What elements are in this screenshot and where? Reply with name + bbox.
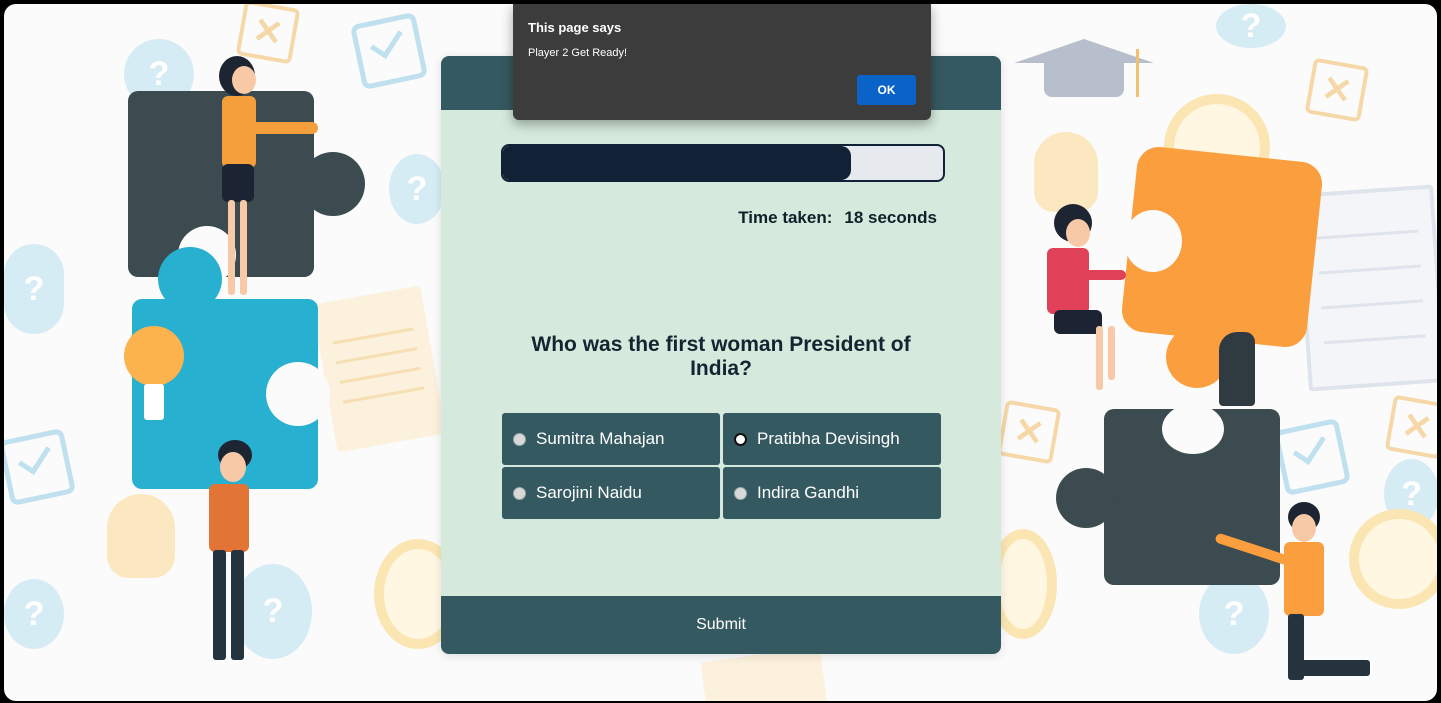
person-leg	[213, 550, 226, 660]
person-shirt	[209, 484, 249, 552]
question-bubble-icon: ?	[4, 244, 64, 334]
person-skirt	[1054, 310, 1102, 334]
person-leg	[1096, 326, 1103, 390]
puzzle-knob	[1162, 404, 1224, 454]
time-taken-value: 18 seconds	[844, 208, 937, 227]
puzzle-knob	[266, 362, 330, 426]
person-skirt	[222, 164, 254, 202]
answer-option[interactable]: Pratibha Devisingh	[723, 413, 941, 465]
document-icon	[311, 285, 447, 453]
lightbulb-base	[144, 384, 164, 420]
checkbox-icon	[1272, 417, 1352, 497]
timer-progress-fill	[503, 146, 851, 180]
alert-dialog-title: This page says	[528, 20, 622, 35]
answer-option-label: Indira Gandhi	[757, 483, 860, 502]
person-head	[1292, 514, 1316, 542]
puzzle-knob	[158, 247, 222, 311]
person-head	[232, 66, 256, 94]
time-taken-display: Time taken: 18 seconds	[738, 208, 937, 228]
timer-progress-bar	[501, 144, 945, 182]
quiz-card: Time taken: 18 seconds Who was the first …	[441, 56, 1001, 654]
document-icon	[700, 645, 828, 701]
ok-button[interactable]: OK	[857, 75, 916, 105]
submit-button[interactable]: Submit	[441, 596, 1001, 654]
person-head	[220, 452, 246, 482]
person-arm	[1082, 270, 1126, 280]
person-leg	[231, 550, 244, 660]
x-box-icon: ✕	[996, 399, 1062, 465]
answer-options: Sumitra Mahajan Pratibha Devisingh Saroj…	[502, 413, 942, 519]
x-box-icon: ✕	[235, 4, 301, 65]
checkbox-icon	[349, 11, 429, 91]
lightbulb-icon	[1034, 132, 1098, 212]
lightbulb-icon	[107, 494, 175, 578]
puzzle-knob	[1124, 210, 1182, 272]
question-bubble-icon: ?	[389, 154, 445, 224]
question-text: Who was the first woman President of Ind…	[531, 333, 911, 380]
answer-option[interactable]: Sumitra Mahajan	[502, 413, 720, 465]
chess-knight-icon	[1219, 332, 1255, 406]
person-leg	[228, 200, 235, 295]
question-bubble-icon: ?	[1199, 574, 1269, 654]
answer-option[interactable]: Sarojini Naidu	[502, 467, 720, 519]
x-box-icon: ✕	[1304, 57, 1370, 123]
person-arm	[248, 122, 318, 134]
puzzle-knob	[301, 152, 365, 216]
person-leg	[1300, 660, 1370, 676]
question-bubble-icon: ?	[234, 564, 312, 659]
radio-button[interactable]	[513, 486, 526, 500]
x-box-icon: ✕	[1384, 394, 1437, 460]
answer-option-label: Sumitra Mahajan	[536, 429, 665, 448]
alert-dialog-message: Player 2 Get Ready!	[528, 47, 628, 59]
radio-button[interactable]	[734, 486, 747, 500]
page-viewport: ? ? ? ? ? ? ? ? ✕ ✕ ✕ ✕ Time taken: 18 s…	[4, 4, 1437, 701]
checkbox-icon	[4, 427, 77, 507]
answer-option-label: Sarojini Naidu	[536, 483, 642, 502]
alert-dialog: This page says Player 2 Get Ready! OK	[513, 4, 931, 120]
radio-button[interactable]	[513, 432, 526, 446]
person-shirt	[1047, 248, 1089, 314]
person-leg	[240, 200, 247, 295]
medal-icon	[1349, 509, 1437, 609]
answer-option[interactable]: Indira Gandhi	[723, 467, 941, 519]
person-leg	[1108, 326, 1115, 380]
question-bubble-icon: ?	[4, 579, 64, 649]
puzzle-knob	[1056, 468, 1116, 528]
person-head	[1066, 219, 1090, 247]
answer-option-label: Pratibha Devisingh	[757, 429, 900, 448]
time-taken-label: Time taken:	[738, 208, 833, 227]
lightbulb-icon	[124, 326, 184, 386]
person-shirt	[1284, 542, 1324, 616]
question-bubble-icon: ?	[1216, 4, 1286, 48]
radio-button[interactable]	[734, 432, 747, 446]
graduation-cap-icon	[1014, 39, 1154, 99]
